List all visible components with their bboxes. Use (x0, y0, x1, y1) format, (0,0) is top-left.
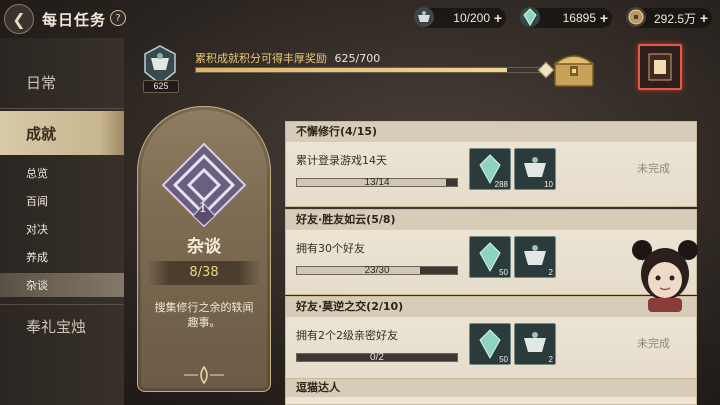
achievement-progress-fill (196, 68, 507, 72)
achievement-reward-frame[interactable] (638, 44, 682, 90)
resource-stamina: 10/200 + (414, 7, 506, 28)
task-description: 拥有30个好友 (296, 242, 365, 255)
sidebar-item-achievements[interactable]: 成就 (0, 111, 124, 155)
reward-slot[interactable]: 2 (514, 323, 556, 365)
add-jade-button[interactable]: + (600, 10, 608, 26)
sidebar-subitem-baiwen[interactable]: 百闻 (0, 189, 124, 213)
reward-quantity: 50 (499, 268, 508, 277)
task-status: 未完成 (637, 162, 670, 175)
sidebar-subitem-duel[interactable]: 对决 (0, 217, 124, 241)
help-button[interactable]: ? (110, 10, 126, 26)
ornament-icon (184, 365, 224, 385)
task-header: 好友·胜友如云(5/8) (286, 210, 696, 230)
sidebar-subitem-overview[interactable]: 总览 (0, 161, 124, 185)
coins-value: 292.5万 (653, 11, 696, 26)
achievement-progress-bar (195, 67, 545, 73)
back-button[interactable]: ❮ (4, 4, 34, 34)
task-card: 不懈修行(4/15) 累计登录游戏14天 13/14 288 10 未完成 (285, 121, 697, 207)
sidebar-subitem-nurture[interactable]: 养成 (0, 245, 124, 269)
sidebar-item-offering[interactable]: 奉礼宝烛 (0, 304, 124, 348)
resource-coins: 292.5万 + (626, 7, 712, 28)
task-progress-label: 0/2 (370, 352, 384, 363)
achievement-progress-value: 625/700 (334, 52, 381, 65)
jade-value: 16895 (562, 11, 596, 25)
sidebar-item-daily[interactable]: 日常 (0, 60, 124, 104)
task-description: 累计登录游戏14天 (296, 154, 387, 167)
reward-slot[interactable]: 10 (514, 148, 556, 190)
add-coins-button[interactable]: + (700, 10, 708, 26)
character-portrait-icon[interactable] (620, 236, 710, 314)
coin-icon (624, 5, 648, 29)
add-stamina-button[interactable]: + (494, 10, 502, 26)
category-count: 8/38 (189, 265, 219, 280)
reward-slot[interactable]: 50 (469, 323, 511, 365)
task-progress-label: 13/14 (364, 177, 390, 188)
task-header: 不懈修行(4/15) (286, 122, 696, 142)
task-status: 未完成 (637, 337, 670, 350)
task-header: 逗猫达人 (286, 379, 696, 397)
task-progress-label: 23/30 (364, 265, 390, 276)
teacup-icon (412, 5, 436, 29)
resource-jade: 16895 + (520, 7, 612, 28)
stamina-value: 10/200 (453, 11, 490, 25)
category-rank: 1 (198, 200, 208, 216)
category-description: 搜集修行之余的轶闻趣事。 (154, 301, 254, 329)
chevron-left-icon: ❮ (12, 9, 26, 29)
reward-quantity: 288 (494, 180, 508, 189)
reward-quantity: 10 (544, 180, 553, 189)
reward-slot[interactable]: 288 (469, 148, 511, 190)
achievement-progress-text: 累积成就积分可得丰厚奖励 625/700 (195, 50, 380, 66)
page-title: 每日任务 (42, 11, 107, 29)
reward-quantity: 2 (548, 355, 553, 364)
treasure-chest-icon[interactable] (551, 48, 597, 88)
task-card: 逗猫达人 (285, 378, 697, 405)
reward-quantity: 50 (499, 355, 508, 364)
jade-gem-icon (518, 5, 542, 29)
scroll-item-icon (648, 53, 672, 81)
achievement-points-badge: 625 (143, 80, 179, 93)
reward-slot[interactable]: 2 (514, 236, 556, 278)
reward-slot[interactable]: 50 (469, 236, 511, 278)
reward-quantity: 2 (548, 268, 553, 277)
sidebar-subitem-misc[interactable]: 杂谈 (0, 273, 124, 297)
task-description: 拥有2个2级亲密好友 (296, 329, 398, 342)
achievement-progress-caption: 累积成就积分可得丰厚奖励 (195, 52, 327, 65)
divider (0, 108, 124, 109)
category-title: 杂谈 (187, 237, 221, 257)
